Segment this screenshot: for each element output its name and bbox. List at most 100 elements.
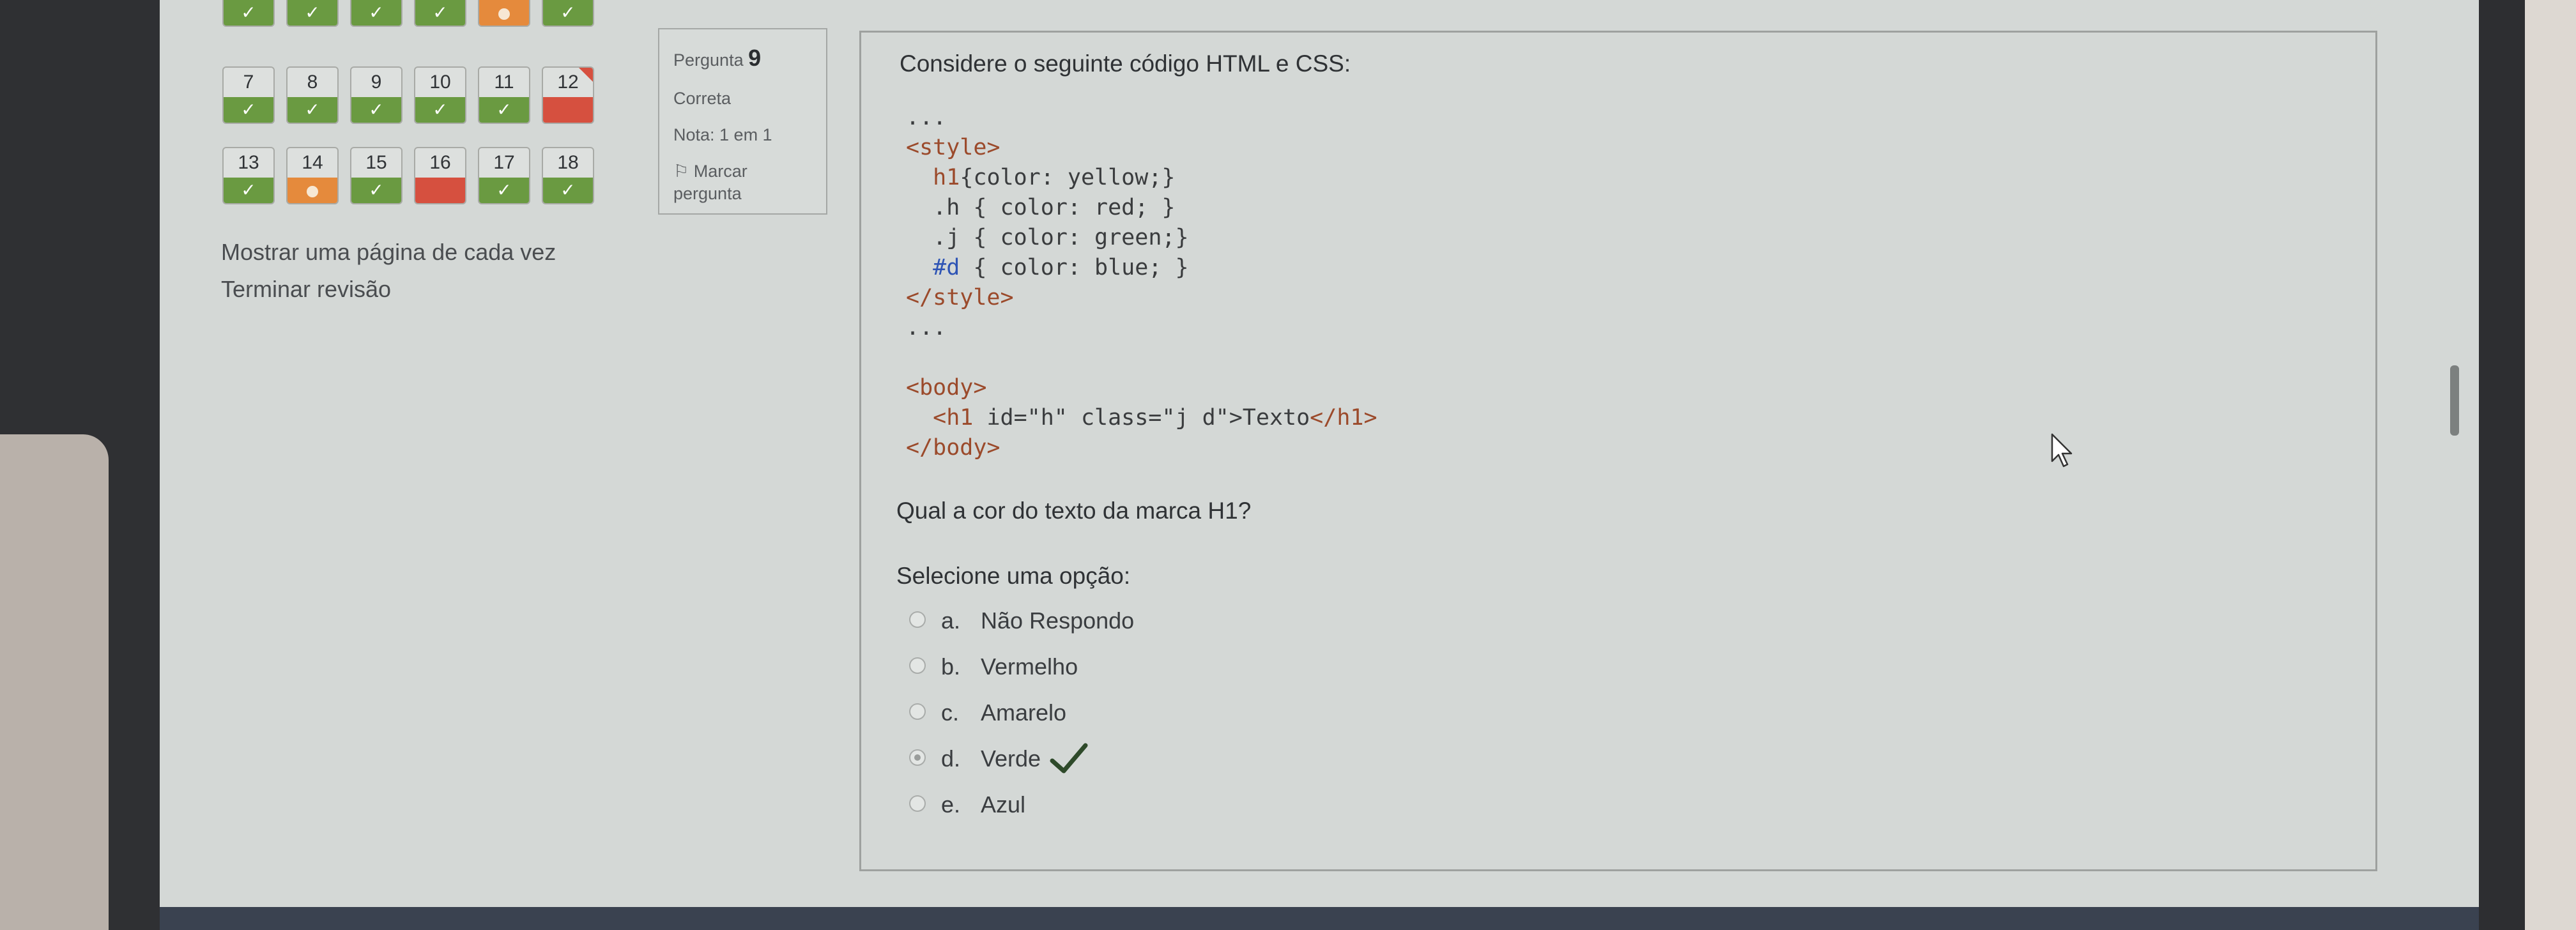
code-rule-h1: {color: yellow;} (960, 165, 1176, 190)
quiz-nav-number: 11 (494, 72, 514, 93)
flag-icon: ⚐ (673, 161, 689, 181)
quiz-nav-button-8[interactable]: 8 ✓ (286, 66, 339, 124)
quiz-nav-button-16[interactable]: 16 (414, 147, 466, 204)
check-icon: ✓ (415, 97, 465, 123)
check-icon: ✓ (351, 97, 401, 123)
quiz-nav-number: 16 (429, 152, 451, 173)
code-h1-open: <h1 (933, 405, 974, 431)
check-icon: ✓ (224, 97, 273, 123)
browser-viewport: 1 ✓ 2 ✓ 3 ✓ 4 ✓ 5 6 ✓ (160, 0, 2479, 907)
code-style-open: <style> (906, 135, 1000, 160)
select-option-label: Selecione uma opção: (896, 563, 1131, 589)
checkmark-icon (1050, 743, 1088, 774)
code-rule-h: { color: red; } (960, 195, 1176, 220)
check-icon: ✓ (288, 97, 337, 123)
quiz-nav-number: 9 (371, 72, 382, 93)
scrollbar-thumb[interactable] (2450, 365, 2459, 436)
question-info: Pergunta 9 Correta Nota: 1 em 1 ⚐ Marcar… (658, 28, 827, 215)
quiz-nav-number: 10 (429, 72, 451, 93)
code-body-open: <body> (906, 375, 987, 400)
code-selector-h1: h1 (933, 165, 960, 190)
code-selector-d: #d (933, 255, 960, 280)
option-a-text: Não Respondo (981, 607, 1135, 634)
check-icon: ✓ (224, 0, 273, 26)
option-e-letter: e. (941, 791, 961, 818)
quiz-nav-number: 18 (557, 152, 579, 173)
quiz-nav-button-18[interactable]: 18 ✓ (542, 147, 594, 204)
check-icon: ✓ (479, 178, 529, 203)
check-icon: ✓ (351, 0, 401, 26)
check-icon: ✓ (543, 0, 593, 26)
option-c-text: Amarelo (981, 699, 1067, 726)
question-content: Considere o seguinte código HTML e CSS: … (859, 31, 2377, 871)
code-block: ... <style> h1{color: yellow;} .h { colo… (906, 103, 1377, 463)
option-e-text: Azul (981, 791, 1026, 818)
incorrect-state (415, 178, 465, 203)
quiz-nav-button-3[interactable]: 3 ✓ (350, 0, 402, 27)
option-b-text: Vermelho (981, 653, 1078, 680)
check-icon: ✓ (479, 97, 529, 123)
quiz-nav-button-17[interactable]: 17 ✓ (478, 147, 530, 204)
taskbar (160, 907, 2479, 930)
check-icon: ✓ (351, 178, 401, 203)
question-number: Pergunta 9 (673, 43, 812, 73)
question-prompt: Qual a cor do texto da marca H1? (896, 498, 1252, 524)
show-one-page-link[interactable]: Mostrar uma página de cada vez (221, 239, 556, 266)
quiz-nav-number: 7 (243, 72, 254, 93)
quiz-nav-button-10[interactable]: 10 ✓ (414, 66, 466, 124)
finish-review-link[interactable]: Terminar revisão (221, 276, 391, 303)
quiz-nav-button-7[interactable]: 7 ✓ (222, 66, 275, 124)
option-e-radio[interactable] (909, 795, 926, 812)
option-c-letter: c. (941, 699, 960, 726)
code-rule-j: { color: green;} (960, 225, 1189, 250)
option-b-radio[interactable] (909, 657, 926, 674)
check-icon: ✓ (415, 0, 465, 26)
code-h1-attrs: id="h" class="j d">Texto (973, 405, 1310, 431)
quiz-nav-number: 12 (557, 72, 579, 93)
quiz-nav-number: 17 (493, 152, 515, 173)
dot-icon (479, 0, 529, 26)
quiz-nav-button-11[interactable]: 11 ✓ (478, 66, 530, 124)
quiz-nav-button-1[interactable]: 1 ✓ (222, 0, 275, 27)
option-a-radio[interactable] (909, 611, 926, 628)
dot-icon (288, 178, 337, 203)
quiz-nav-number: 14 (302, 152, 323, 173)
option-d-letter: d. (941, 745, 961, 772)
code-rule-d: { color: blue; } (960, 255, 1189, 280)
quiz-nav-number: 13 (238, 152, 259, 173)
option-b-letter: b. (941, 653, 961, 680)
question-status: Correta (673, 88, 732, 108)
quiz-nav-button-14[interactable]: 14 (286, 147, 339, 204)
background-right (2525, 0, 2576, 930)
quiz-nav-button-9[interactable]: 9 ✓ (350, 66, 402, 124)
question-intro: Considere o seguinte código HTML e CSS: (900, 50, 1351, 77)
background-left (0, 434, 109, 930)
question-number-value: 9 (748, 45, 762, 71)
quiz-nav-number: 15 (365, 152, 387, 173)
code-body-close: </body> (906, 435, 1000, 461)
option-d-radio[interactable] (909, 749, 926, 766)
code-ellipsis-2: ... (906, 315, 947, 340)
option-a-letter: a. (941, 607, 961, 634)
incorrect-state (543, 97, 593, 123)
quiz-nav-button-5[interactable]: 5 (478, 0, 530, 27)
check-icon: ✓ (543, 178, 593, 203)
quiz-nav-button-2[interactable]: 2 ✓ (286, 0, 339, 27)
quiz-nav-button-15[interactable]: 15 ✓ (350, 147, 402, 204)
code-selector-j: .j (933, 225, 960, 250)
quiz-nav-button-12[interactable]: 12 (542, 66, 594, 124)
code-style-close: </style> (906, 285, 1014, 310)
code-ellipsis: ... (906, 105, 947, 130)
option-c-radio[interactable] (909, 703, 926, 720)
quiz-nav-button-13[interactable]: 13 ✓ (222, 147, 275, 204)
code-h1-close: </h1> (1310, 405, 1377, 431)
quiz-nav-button-6[interactable]: 6 ✓ (542, 0, 594, 27)
flag-question-link[interactable]: ⚐ Marcar pergunta (673, 160, 812, 205)
question-label: Pergunta (673, 50, 744, 70)
quiz-nav-number: 8 (307, 72, 318, 93)
mouse-cursor-icon (2051, 433, 2073, 468)
code-selector-h: .h (933, 195, 960, 220)
option-d-text: Verde (981, 745, 1041, 772)
quiz-nav-button-4[interactable]: 4 ✓ (414, 0, 466, 27)
check-icon: ✓ (224, 178, 273, 203)
